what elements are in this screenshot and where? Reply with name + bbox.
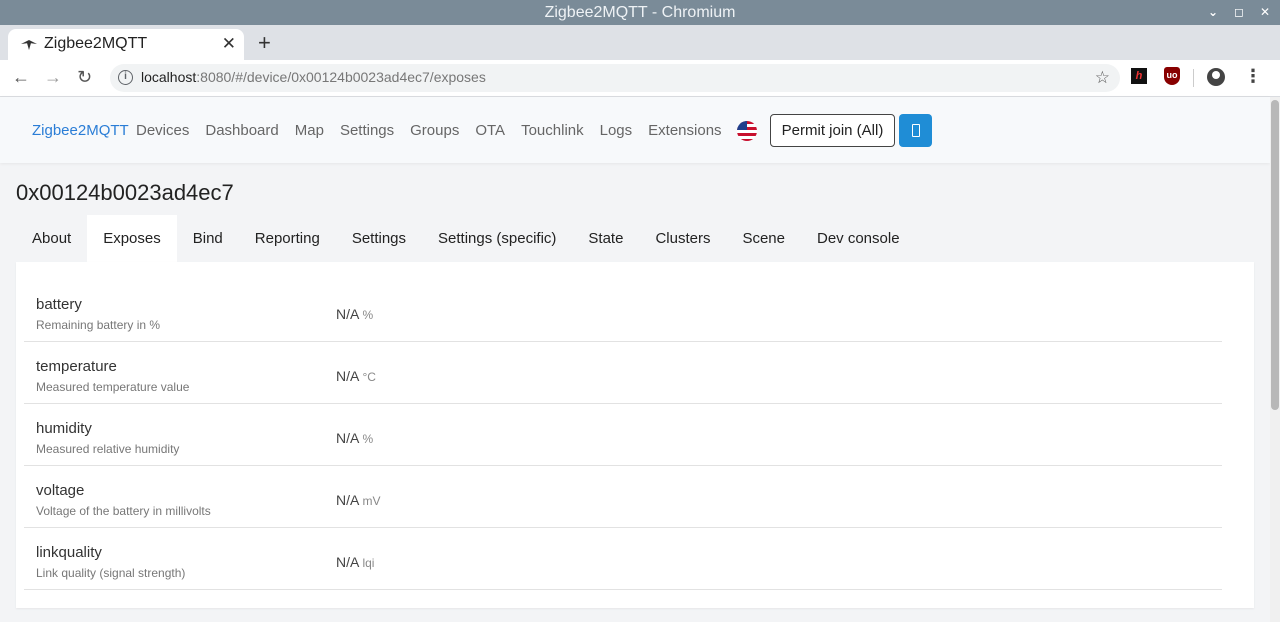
expose-value: N/A mV — [336, 492, 381, 508]
browser-toolbar: ← → ↻ i localhost:8080/#/device/0x00124b… — [0, 60, 1280, 97]
expose-value: N/A % — [336, 306, 374, 322]
tab-about[interactable]: About — [16, 215, 87, 262]
expose-value: N/A % — [336, 430, 374, 446]
tab-settings-specific[interactable]: Settings (specific) — [422, 215, 572, 262]
expose-description: Voltage of the battery in millivolts — [36, 504, 211, 518]
profile-icon[interactable] — [1207, 68, 1225, 86]
nav-map[interactable]: Map — [295, 122, 324, 139]
tab-title: Zigbee2MQTT — [44, 35, 148, 52]
app-navbar: Zigbee2MQTT Devices Dashboard Map Settin… — [0, 97, 1270, 163]
tab-reporting[interactable]: Reporting — [239, 215, 336, 262]
expose-name: linkquality — [36, 544, 102, 561]
tab-dev-console[interactable]: Dev console — [801, 215, 916, 262]
expose-row: temperature Measured temperature value N… — [24, 342, 1222, 404]
nav-logs[interactable]: Logs — [600, 122, 633, 139]
expose-name: battery — [36, 296, 82, 313]
nav-groups[interactable]: Groups — [410, 122, 459, 139]
expose-description: Measured temperature value — [36, 380, 190, 394]
url-text: localhost:8080/#/device/0x00124b0023ad4e… — [141, 69, 486, 85]
address-bar[interactable]: i localhost:8080/#/device/0x00124b0023ad… — [110, 64, 1120, 92]
window-controls: ⌄ ◻ ✕ — [1206, 0, 1272, 25]
bookmark-star-icon[interactable]: ☆ — [1095, 68, 1110, 88]
tab-settings[interactable]: Settings — [336, 215, 422, 262]
zigbee-bee-icon — [21, 40, 37, 50]
close-tab-icon[interactable]: ✕ — [222, 34, 236, 54]
expose-row: humidity Measured relative humidity N/A … — [24, 404, 1222, 466]
us-flag-icon[interactable] — [737, 121, 757, 141]
expose-value: N/A °C — [336, 368, 376, 384]
permit-join-button[interactable]: Permit join (All) — [770, 114, 895, 147]
forward-icon[interactable]: → — [44, 67, 62, 88]
expose-row: battery Remaining battery in % N/A % — [24, 280, 1222, 342]
window-titlebar: Zigbee2MQTT - Chromium ⌄ ◻ ✕ — [0, 0, 1280, 25]
nav-links: Devices Dashboard Map Settings Groups OT… — [136, 122, 722, 139]
permit-join-dropdown-button[interactable] — [899, 114, 932, 147]
close-window-icon[interactable]: ✕ — [1258, 0, 1272, 25]
expose-description: Link quality (signal strength) — [36, 566, 186, 580]
back-icon[interactable]: ← — [12, 67, 30, 88]
brand-link[interactable]: Zigbee2MQTT — [32, 122, 129, 139]
expose-row: linkquality Link quality (signal strengt… — [24, 528, 1222, 590]
tab-clusters[interactable]: Clusters — [639, 215, 726, 262]
scrollbar-thumb[interactable] — [1271, 100, 1279, 410]
toolbar-divider — [1193, 69, 1194, 87]
expose-name: humidity — [36, 420, 92, 437]
minimize-icon[interactable]: ⌄ — [1206, 0, 1220, 25]
tab-scene[interactable]: Scene — [726, 215, 801, 262]
tab-state[interactable]: State — [572, 215, 639, 262]
nav-extensions[interactable]: Extensions — [648, 122, 721, 139]
device-tabs: About Exposes Bind Reporting Settings Se… — [16, 215, 916, 262]
nav-dashboard[interactable]: Dashboard — [205, 122, 278, 139]
nav-devices[interactable]: Devices — [136, 122, 189, 139]
expose-description: Measured relative humidity — [36, 442, 180, 456]
expose-name: temperature — [36, 358, 117, 375]
expose-name: voltage — [36, 482, 85, 499]
browser-menu-icon[interactable]: ⋮ — [1244, 66, 1262, 87]
nav-touchlink[interactable]: Touchlink — [521, 122, 584, 139]
site-info-icon[interactable]: i — [118, 70, 133, 85]
new-tab-icon[interactable]: + — [258, 30, 271, 56]
device-title: 0x00124b0023ad4ec7 — [16, 180, 234, 205]
tab-exposes[interactable]: Exposes — [87, 215, 177, 262]
expose-value: N/A lqi — [336, 554, 375, 570]
browser-tab[interactable]: Zigbee2MQTT ✕ — [8, 29, 244, 60]
expose-row: voltage Voltage of the battery in milliv… — [24, 466, 1222, 528]
extension-icon[interactable]: h — [1131, 68, 1147, 84]
ublock-icon[interactable]: uo — [1164, 67, 1180, 85]
exposes-card: battery Remaining battery in % N/A % tem… — [16, 262, 1254, 608]
nav-ota[interactable]: OTA — [475, 122, 505, 139]
expose-description: Remaining battery in % — [36, 318, 161, 332]
browser-tabstrip: Zigbee2MQTT ✕ + — [0, 25, 1280, 60]
maximize-icon[interactable]: ◻ — [1232, 0, 1246, 25]
window-title: Zigbee2MQTT - Chromium — [544, 4, 736, 21]
reload-icon[interactable]: ↻ — [77, 67, 92, 88]
nav-settings[interactable]: Settings — [340, 122, 394, 139]
tab-bind[interactable]: Bind — [177, 215, 239, 262]
